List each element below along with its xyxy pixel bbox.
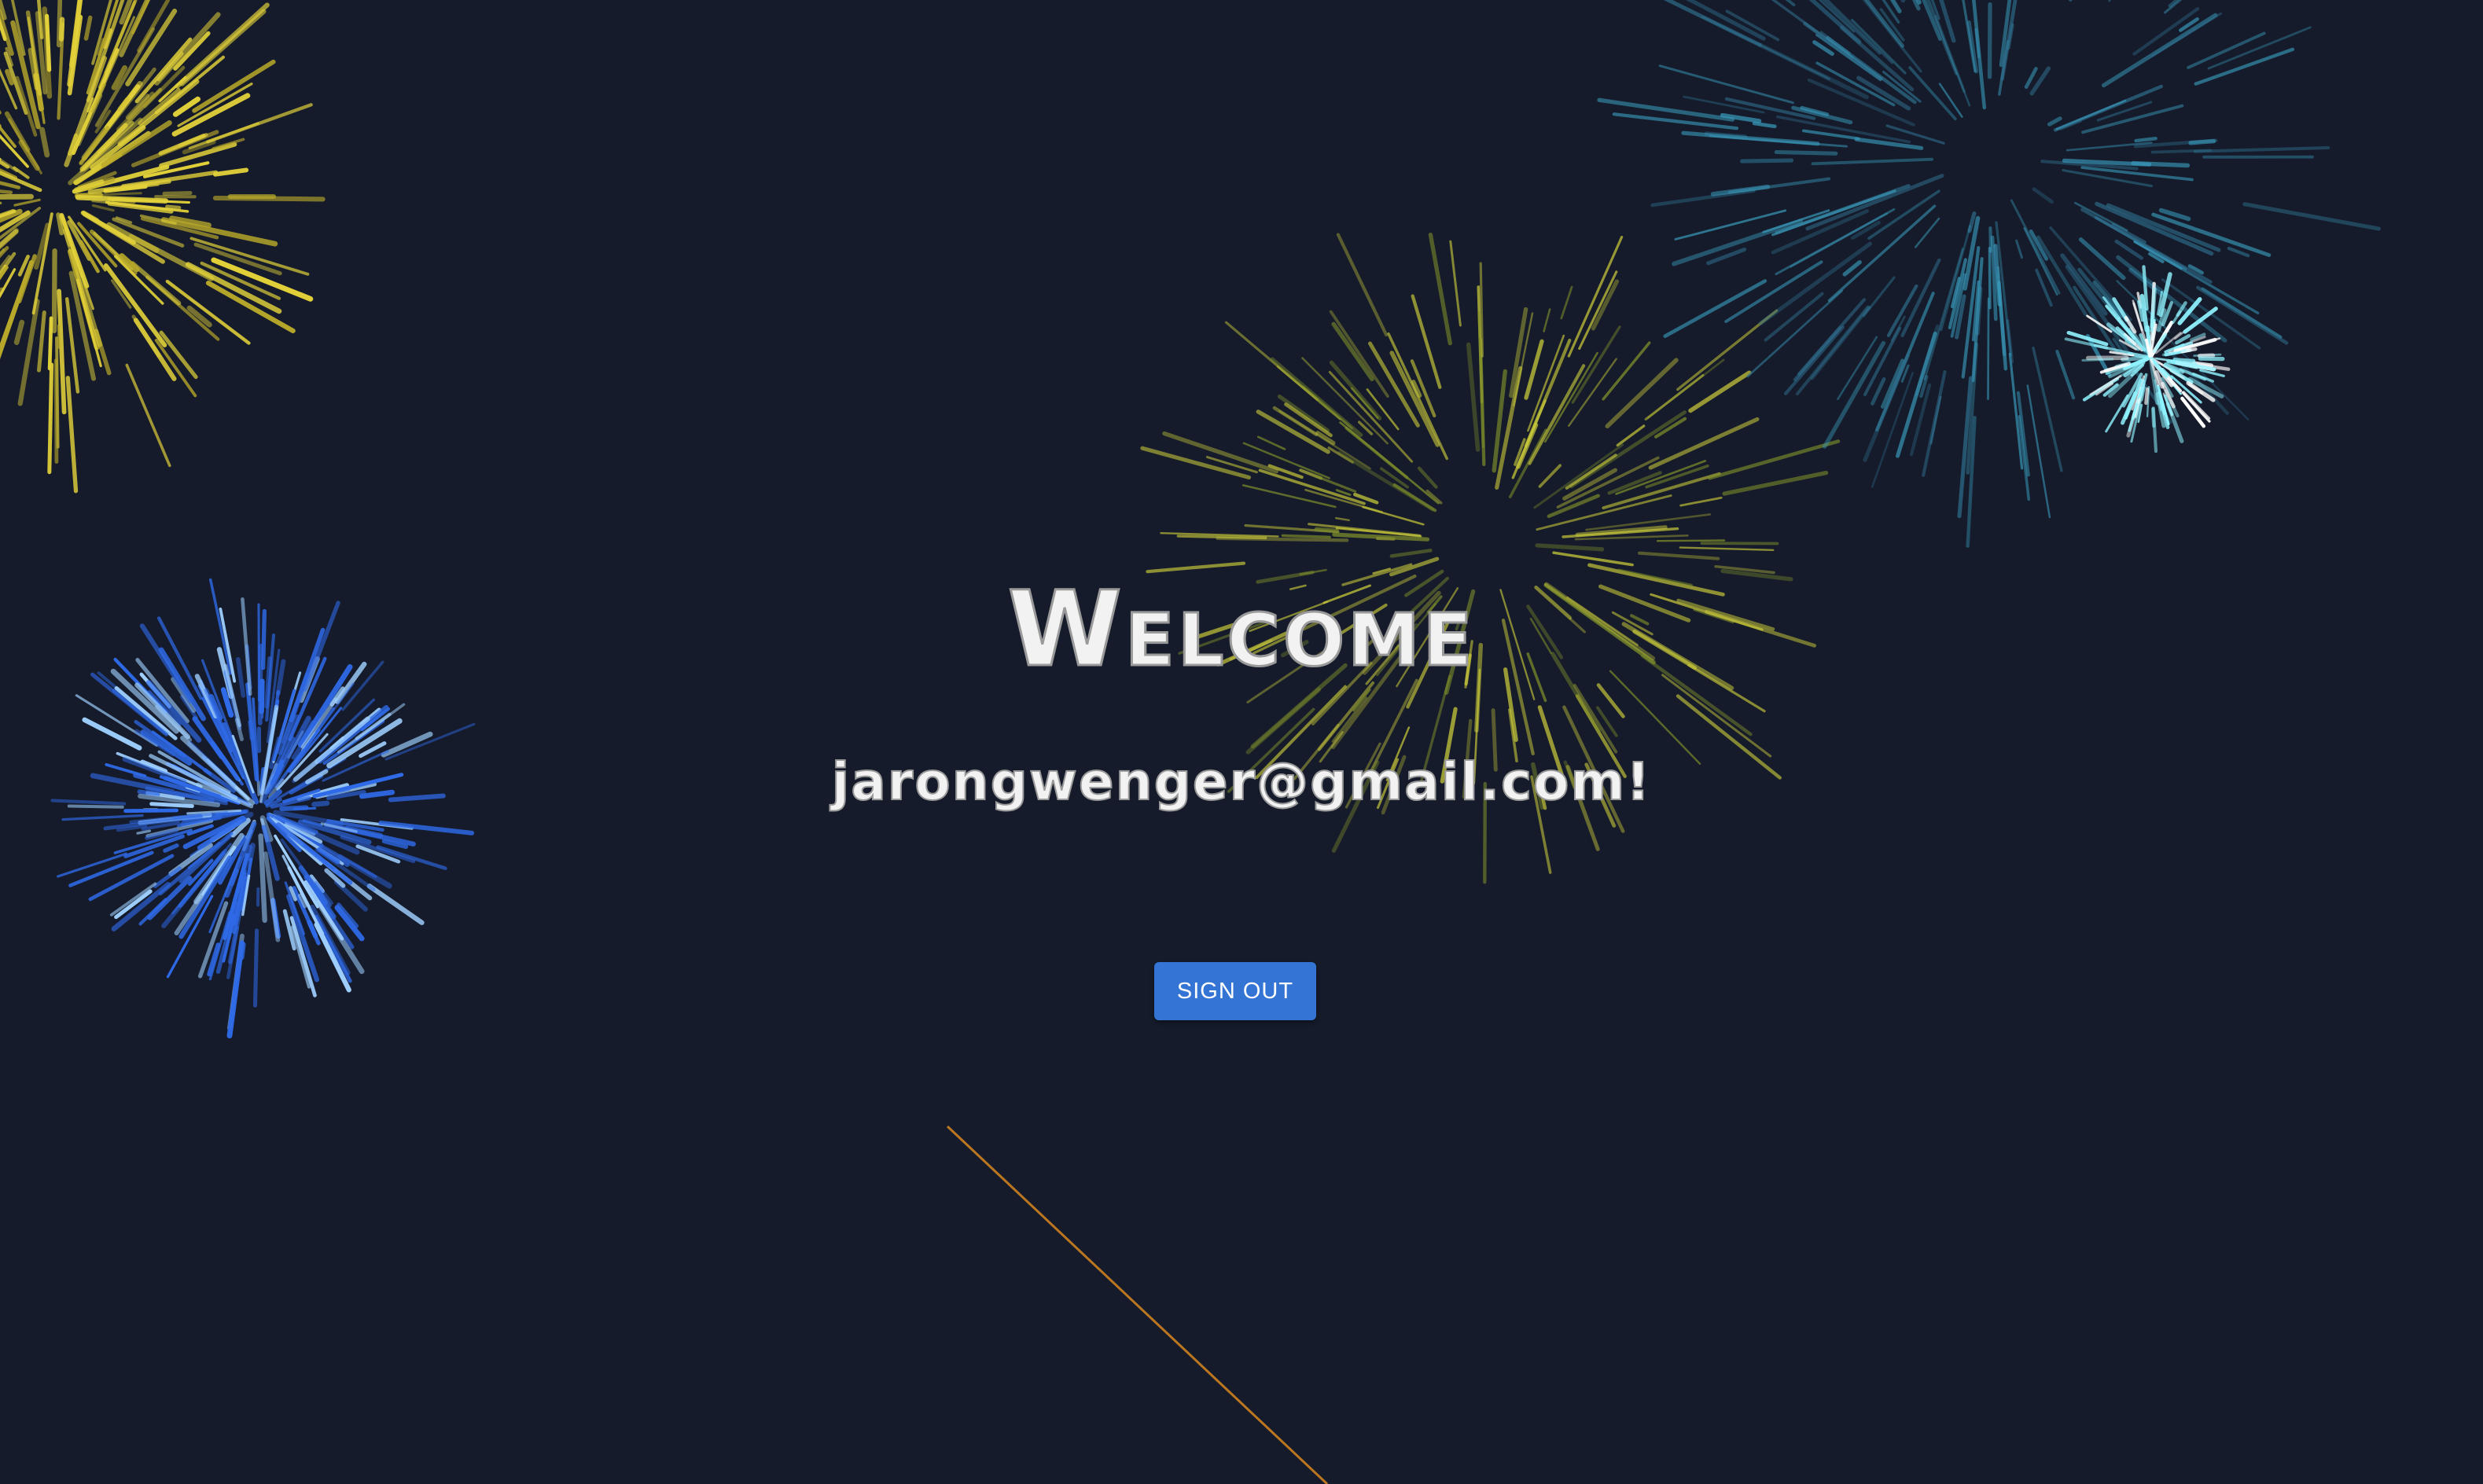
sign-out-button[interactable]: SIGN OUT [1154,962,1316,1020]
welcome-heading: Welcome [1006,569,1476,690]
welcome-content: Welcome jarongwenger@gmail.com! SIGN OUT [0,0,2483,1484]
user-email: jarongwenger@gmail.com! [831,751,1652,812]
welcome-page: Welcome jarongwenger@gmail.com! SIGN OUT [0,0,2483,1484]
